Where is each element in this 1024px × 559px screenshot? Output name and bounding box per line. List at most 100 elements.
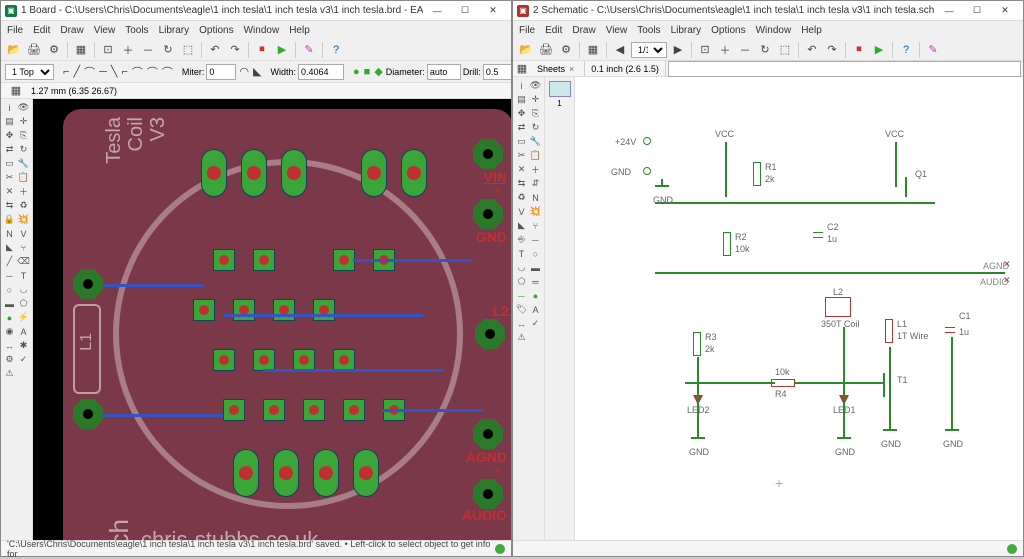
smash-tool-icon[interactable]: 💥	[529, 205, 542, 218]
name-tool-icon[interactable]: N	[529, 191, 542, 204]
zoom-in-icon[interactable]: ＋	[716, 41, 734, 59]
bend0-icon[interactable]: ⌐	[62, 63, 70, 81]
dimension-tool-icon[interactable]: ↔	[3, 339, 16, 352]
bend8-icon[interactable]: ⌒	[161, 63, 174, 81]
help-icon[interactable]: ?	[897, 41, 915, 59]
attribute-tool-icon[interactable]: A	[17, 325, 30, 338]
replace-tool-icon[interactable]: ♻	[17, 199, 30, 212]
cut-tool-icon[interactable]: ✂	[515, 149, 528, 162]
errors-tool-icon[interactable]: ⚠	[515, 331, 528, 344]
zoom-fit-icon[interactable]: ⊡	[99, 41, 117, 59]
group-tool-icon[interactable]: ▭	[515, 135, 528, 148]
group-tool-icon[interactable]: ▭	[3, 157, 16, 170]
board-titlebar[interactable]: ▣ 1 Board - C:\Users\Chris\Documents\eag…	[1, 1, 511, 21]
signal-tool-icon[interactable]: ⚡	[17, 311, 30, 324]
script-icon[interactable]: ✎	[924, 41, 942, 59]
zoom-out-icon[interactable]: －	[736, 41, 754, 59]
errors-tool-icon[interactable]: ⚠	[3, 367, 16, 380]
arc-tool-icon[interactable]: ◡	[17, 283, 30, 296]
copy-tool-icon[interactable]: ⎘	[17, 129, 30, 142]
close-button[interactable]: ✕	[991, 2, 1019, 20]
schematic-titlebar[interactable]: ▣ 2 Schematic - C:\Users\Chris\Documents…	[513, 1, 1023, 21]
miter-tool-icon[interactable]: ◣	[515, 219, 528, 232]
arc-tool-icon[interactable]: ◡	[515, 261, 528, 274]
grid-icon[interactable]: ▦	[513, 60, 531, 78]
polygon-tool-icon[interactable]: ⬠	[515, 275, 528, 288]
add-tool-icon[interactable]: ＋	[529, 163, 542, 176]
zoom-redraw-icon[interactable]: ↻	[159, 41, 177, 59]
close-button[interactable]: ✕	[479, 2, 507, 20]
sheet-thumbnail[interactable]	[549, 81, 571, 97]
maximize-button[interactable]: ☐	[451, 2, 479, 20]
zoom-select-icon[interactable]: ⬚	[776, 41, 794, 59]
route-tool-icon[interactable]: ╱	[3, 255, 16, 268]
show-tool-icon[interactable]: 👁	[529, 79, 542, 92]
sheet-next-icon[interactable]: ▶	[669, 41, 687, 59]
hole-tool-icon[interactable]: ◉	[3, 325, 16, 338]
menu-options[interactable]: Options	[199, 25, 233, 36]
drill-input[interactable]	[483, 64, 511, 80]
maximize-button[interactable]: ☐	[963, 2, 991, 20]
attribute-tool-icon[interactable]: A	[529, 303, 542, 316]
menu-edit[interactable]: Edit	[33, 25, 50, 36]
miter-bevel-icon[interactable]: ◣	[252, 63, 262, 81]
print-icon[interactable]: 🖨	[537, 41, 555, 59]
add-tool-icon[interactable]: ＋	[17, 185, 30, 198]
diameter-input[interactable]	[427, 64, 461, 80]
ripup-tool-icon[interactable]: ⌫	[17, 255, 30, 268]
go-icon[interactable]: ▶	[870, 41, 888, 59]
menu-library[interactable]: Library	[671, 25, 702, 36]
ratsnest-tool-icon[interactable]: ✱	[17, 339, 30, 352]
bend4-icon[interactable]: ╲	[110, 63, 119, 81]
schematic-canvas[interactable]: +24V GND VCC VCC R1 2k Q1 R2 10k C2	[575, 77, 1023, 540]
bus-tool-icon[interactable]: ═	[529, 275, 542, 288]
gateswap-tool-icon[interactable]: ⇵	[529, 177, 542, 190]
width-input[interactable]	[298, 64, 344, 80]
menu-window[interactable]: Window	[244, 25, 280, 36]
command-input[interactable]	[668, 61, 1021, 77]
minimize-button[interactable]: —	[423, 2, 451, 20]
rotate-tool-icon[interactable]: ↻	[529, 121, 542, 134]
label-tool-icon[interactable]: 🏷	[515, 303, 528, 316]
undo-icon[interactable]: ↶	[206, 41, 224, 59]
menu-draw[interactable]: Draw	[60, 25, 83, 36]
erc-tool-icon[interactable]: ✓	[17, 353, 30, 366]
paste-tool-icon[interactable]: 📋	[17, 171, 30, 184]
menu-file[interactable]: File	[7, 25, 23, 36]
polygon-tool-icon[interactable]: ⬠	[17, 297, 30, 310]
delete-tool-icon[interactable]: ✕	[515, 163, 528, 176]
cam-icon[interactable]: ⚙	[557, 41, 575, 59]
stop-icon[interactable]: ⏹	[253, 41, 271, 59]
auto-tool-icon[interactable]: ⚙	[3, 353, 16, 366]
cut-tool-icon[interactable]: ✂	[3, 171, 16, 184]
menu-view[interactable]: View	[94, 25, 116, 36]
rotate-tool-icon[interactable]: ↻	[17, 143, 30, 156]
via-square-icon[interactable]: ■	[363, 63, 372, 81]
schematic-switch-icon[interactable]: ▦	[72, 41, 90, 59]
undo-icon[interactable]: ↶	[803, 41, 821, 59]
go-icon[interactable]: ▶	[273, 41, 291, 59]
miter-input[interactable]	[206, 64, 236, 80]
zoom-select-icon[interactable]: ⬚	[179, 41, 197, 59]
change-tool-icon[interactable]: 🔧	[17, 157, 30, 170]
sheets-tab[interactable]: Sheets×	[531, 61, 585, 76]
grid-icon[interactable]: ▦	[7, 82, 25, 100]
redo-icon[interactable]: ↷	[226, 41, 244, 59]
sheet-prev-icon[interactable]: ◀	[611, 41, 629, 59]
menu-options[interactable]: Options	[711, 25, 745, 36]
delete-tool-icon[interactable]: ✕	[3, 185, 16, 198]
rect-tool-icon[interactable]: ▬	[529, 261, 542, 274]
mirror-tool-icon[interactable]: ⇄	[515, 121, 528, 134]
show-tool-icon[interactable]: 👁	[17, 101, 30, 114]
move-tool-icon[interactable]: ✥	[3, 129, 16, 142]
help-icon[interactable]: ?	[327, 41, 345, 59]
mirror-tool-icon[interactable]: ⇄	[3, 143, 16, 156]
miter-tool-icon[interactable]: ◣	[3, 241, 16, 254]
zoom-redraw-icon[interactable]: ↻	[756, 41, 774, 59]
board-switch-icon[interactable]: ▦	[584, 41, 602, 59]
wire-tool-icon[interactable]: ─	[529, 233, 542, 246]
menu-window[interactable]: Window	[756, 25, 792, 36]
info-tool-icon[interactable]: i	[3, 101, 16, 114]
menu-tools[interactable]: Tools	[125, 25, 148, 36]
info-tool-icon[interactable]: i	[515, 79, 528, 92]
